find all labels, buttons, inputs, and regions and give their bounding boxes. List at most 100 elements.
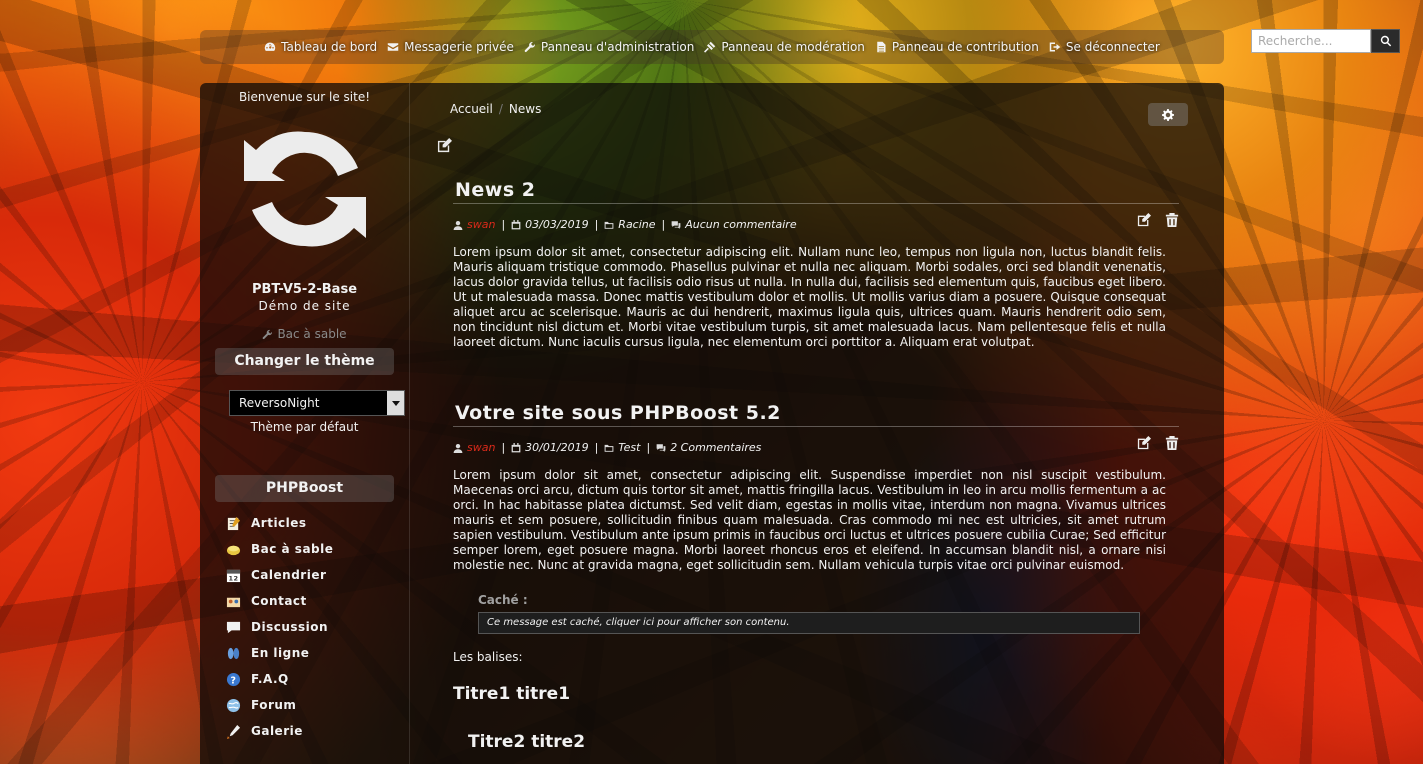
svg-text:?: ? — [230, 675, 236, 686]
menu-item-online[interactable]: En ligne — [225, 640, 409, 666]
meta-separator: | — [661, 218, 666, 231]
menu-item-forum[interactable]: Forum — [225, 692, 409, 718]
menu-item-label: F.A.Q — [251, 672, 289, 686]
nav-contribution[interactable]: Panneau de contribution — [875, 40, 1039, 54]
calendar-icon: 12 — [225, 567, 241, 583]
add-news-button[interactable] — [437, 138, 452, 153]
nav-logout-label: Se déconnecter — [1065, 40, 1160, 54]
online-icon — [225, 645, 241, 661]
menu-item-label: Calendrier — [251, 568, 327, 582]
theme-box-title: Changer le thème — [215, 348, 394, 375]
gavel-icon — [704, 41, 716, 53]
comments-icon — [656, 443, 666, 452]
module-settings-button[interactable] — [1148, 103, 1188, 126]
meta-separator: | — [501, 218, 506, 231]
calendar-icon — [511, 219, 521, 229]
main-content: Accueil / News News 2 swan | 03/03/2019 | … — [410, 83, 1224, 764]
nav-logout[interactable]: Se déconnecter — [1049, 40, 1160, 54]
top-navigation: Tableau de bord Messagerie privée Pannea… — [200, 30, 1224, 64]
nav-dashboard[interactable]: Tableau de bord — [264, 40, 377, 54]
menu-item-label: Contact — [251, 594, 307, 608]
search-input[interactable] — [1251, 29, 1371, 53]
search-button[interactable] — [1371, 29, 1400, 53]
article-author[interactable]: swan — [467, 218, 495, 231]
heading-level-1: Titre1 titre1 — [453, 684, 571, 704]
envelope-icon — [387, 43, 399, 51]
theme-select-value: ReversoNight — [239, 396, 320, 410]
trash-icon[interactable] — [1165, 213, 1179, 227]
articles-icon — [225, 515, 241, 531]
menu-item-label: En ligne — [251, 646, 310, 660]
hidden-block-label: Caché : — [478, 593, 528, 607]
tags-label: Les balises: — [453, 650, 523, 664]
nav-moderation[interactable]: Panneau de modération — [704, 40, 865, 54]
menu-item-label: Forum — [251, 698, 297, 712]
gear-icon — [1162, 108, 1174, 121]
breadcrumb-current[interactable]: News — [509, 102, 541, 116]
menu-item-faq[interactable]: ? F.A.Q — [225, 666, 409, 692]
nav-administration[interactable]: Panneau d'administration — [524, 40, 694, 54]
article-meta: swan | 03/03/2019 | Racine | Aucun comme… — [453, 213, 1179, 231]
calendar-icon — [511, 442, 521, 452]
trash-icon[interactable] — [1165, 436, 1179, 450]
article-author[interactable]: swan — [467, 441, 495, 454]
theme-select[interactable]: ReversoNight — [229, 390, 405, 416]
article-date: 30/01/2019 — [525, 441, 589, 454]
menu-item-sandbox[interactable]: Bac à sable — [225, 536, 409, 562]
heading-level-2: Titre2 titre2 — [468, 732, 586, 752]
menu-item-label: Bac à sable — [251, 542, 334, 556]
wrench-icon — [263, 329, 273, 339]
article-meta: swan | 30/01/2019 | Test | 2 Commentaire… — [453, 436, 1179, 454]
edit-icon[interactable] — [1137, 213, 1151, 227]
dashboard-icon — [264, 42, 276, 51]
article-comments[interactable]: Aucun commentaire — [685, 218, 796, 231]
article-body: Lorem ipsum dolor sit amet, consectetur … — [453, 245, 1166, 349]
sandbox-link[interactable]: Bac à sable — [200, 327, 409, 341]
folder-icon — [604, 444, 614, 452]
user-icon — [453, 220, 463, 230]
nav-moderation-label: Panneau de modération — [721, 40, 865, 54]
nav-private-messages[interactable]: Messagerie privée — [387, 40, 514, 54]
menu-item-gallery[interactable]: Galerie — [225, 718, 409, 744]
discussion-icon — [225, 619, 241, 635]
menu-item-label: Articles — [251, 516, 307, 530]
edit-icon[interactable] — [1137, 436, 1151, 450]
welcome-text: Bienvenue sur le site! — [238, 90, 371, 104]
meta-separator: | — [501, 441, 506, 454]
faq-icon: ? — [225, 671, 241, 687]
contact-icon — [225, 593, 241, 609]
menu-item-label: Discussion — [251, 620, 329, 634]
dropdown-arrow[interactable] — [387, 391, 404, 415]
breadcrumb-separator: / — [498, 102, 503, 116]
article-date: 03/03/2019 — [525, 218, 589, 231]
default-theme-link[interactable]: Thème par défaut — [200, 420, 409, 434]
sandbox-icon — [225, 541, 241, 557]
meta-separator: | — [646, 441, 651, 454]
nav-contribution-label: Panneau de contribution — [891, 40, 1039, 54]
article-title[interactable]: News 2 — [453, 179, 1179, 204]
meta-separator: | — [594, 441, 599, 454]
article-category[interactable]: Racine — [618, 218, 655, 231]
edit-icon — [437, 138, 452, 153]
menu-item-calendar[interactable]: 12 Calendrier — [225, 562, 409, 588]
menu-item-articles[interactable]: Articles — [225, 510, 409, 536]
refresh-logo-icon[interactable] — [240, 124, 370, 254]
comments-icon — [671, 220, 681, 229]
search-icon — [1380, 35, 1391, 47]
article-title[interactable]: Votre site sous PHPBoost 5.2 — [453, 402, 1179, 427]
module-menu: Articles Bac à sable 12 Calendrier Conta… — [225, 510, 409, 744]
article-tools — [1137, 213, 1179, 227]
gallery-icon — [225, 723, 241, 739]
hidden-block-toggle[interactable]: Ce message est caché, cliquer ici pour a… — [478, 612, 1140, 634]
menu-item-discussion[interactable]: Discussion — [225, 614, 409, 640]
article-body: Lorem ipsum dolor sit amet, consectetur … — [453, 468, 1166, 572]
meta-separator: | — [594, 218, 599, 231]
article-comments[interactable]: 2 Commentaires — [670, 441, 761, 454]
svg-text:12: 12 — [228, 574, 238, 582]
wrench-icon — [524, 42, 535, 53]
menu-item-contact[interactable]: Contact — [225, 588, 409, 614]
nav-private-messages-label: Messagerie privée — [404, 40, 514, 54]
article-category[interactable]: Test — [618, 441, 640, 454]
breadcrumb-home[interactable]: Accueil — [450, 102, 493, 116]
news-article: News 2 swan | 03/03/2019 | Racine | Aucu… — [453, 179, 1179, 350]
